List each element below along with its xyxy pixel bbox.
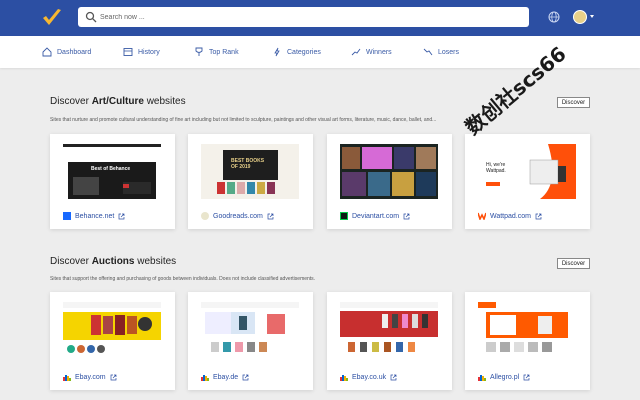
- site-thumbnail: [340, 302, 438, 357]
- section-description: Sites that nurture and promote cultural …: [50, 117, 437, 123]
- allegro-favicon-icon: [478, 375, 486, 381]
- nav-losers[interactable]: Losers: [423, 36, 459, 68]
- nav-top-rank[interactable]: Top Rank: [194, 36, 239, 68]
- nav-history[interactable]: History: [123, 36, 160, 68]
- external-link-icon[interactable]: [242, 374, 249, 381]
- section-title-art-culture: Discover Art/Culture websites: [50, 96, 186, 107]
- section-title-auctions: Discover Auctions websites: [50, 256, 176, 267]
- section-title-suffix: websites: [134, 256, 177, 267]
- wattpad-favicon-icon: [478, 212, 486, 220]
- site-thumbnail: Best of Behance: [63, 144, 161, 199]
- site-link[interactable]: Ebay.de: [201, 373, 249, 381]
- site-thumbnail: Hi, we're Wattpad.: [478, 144, 576, 199]
- ebay-favicon-icon: [63, 375, 71, 381]
- site-name: Ebay.de: [213, 373, 239, 381]
- trend-down-icon: [423, 48, 433, 56]
- site-name: Deviantart.com: [352, 212, 400, 220]
- history-icon: [123, 48, 133, 56]
- site-thumbnail: [340, 144, 438, 199]
- external-link-icon[interactable]: [110, 374, 117, 381]
- site-name: Behance.net: [75, 212, 115, 220]
- checkmark-logo-icon[interactable]: [42, 8, 62, 28]
- site-link[interactable]: Allegro.pl: [478, 373, 530, 381]
- site-card-deviantart[interactable]: Deviantart.com: [327, 134, 452, 229]
- site-card-ebay-com[interactable]: Ebay.com: [50, 292, 175, 390]
- site-thumbnail: [201, 302, 299, 357]
- site-name: Wattpad.com: [490, 212, 531, 220]
- trophy-icon: [195, 47, 203, 56]
- external-link-icon[interactable]: [403, 213, 410, 220]
- site-link[interactable]: Behance.net: [63, 212, 125, 220]
- section-title-prefix: Discover: [50, 96, 92, 107]
- site-name: Allegro.pl: [490, 373, 520, 381]
- thumbnail-caption: BEST BOOKS OF 2019: [231, 158, 265, 170]
- nav-label: Losers: [438, 48, 460, 56]
- site-link[interactable]: Deviantart.com: [340, 212, 410, 220]
- external-link-icon[interactable]: [523, 374, 530, 381]
- section-title-suffix: websites: [143, 96, 186, 107]
- section-title-category: Auctions: [91, 256, 135, 267]
- site-link[interactable]: Ebay.com: [63, 373, 117, 381]
- site-link[interactable]: Ebay.co.uk: [340, 373, 397, 381]
- section-description: Sites that support the offering and purc…: [50, 276, 316, 282]
- site-name: Goodreads.com: [213, 212, 263, 220]
- site-link[interactable]: Goodreads.com: [201, 212, 274, 220]
- deviantart-favicon-icon: [340, 212, 348, 220]
- external-link-icon[interactable]: [535, 213, 542, 220]
- external-link-icon[interactable]: [390, 374, 397, 381]
- search-input[interactable]: [100, 10, 520, 24]
- search-bar[interactable]: [78, 7, 529, 27]
- search-icon: [85, 11, 97, 23]
- site-card-ebay-co-uk[interactable]: Ebay.co.uk: [327, 292, 452, 390]
- section-title-category: Art/Culture: [91, 96, 144, 107]
- nav-label: Categories: [287, 48, 321, 56]
- discover-button-auctions[interactable]: Discover: [557, 258, 590, 269]
- nav-label: Top Rank: [209, 48, 239, 56]
- chevron-down-icon[interactable]: [590, 15, 594, 18]
- ebay-favicon-icon: [201, 375, 209, 381]
- section-title-prefix: Discover: [50, 256, 92, 267]
- site-card-wattpad[interactable]: Hi, we're Wattpad. Wattpad.com: [465, 134, 590, 229]
- trend-up-icon: [351, 48, 361, 56]
- site-card-ebay-de[interactable]: Ebay.de: [188, 292, 313, 390]
- ebay-favicon-icon: [340, 375, 348, 381]
- site-card-goodreads[interactable]: BEST BOOKS OF 2019 Goodreads.com: [188, 134, 313, 229]
- categories-icon: [274, 47, 280, 57]
- site-card-allegro[interactable]: Allegro.pl: [465, 292, 590, 390]
- thumbnail-caption: Hi, we're Wattpad.: [486, 162, 506, 174]
- user-avatar[interactable]: [573, 10, 587, 24]
- nav-winners[interactable]: Winners: [351, 36, 392, 68]
- behance-favicon-icon: [63, 212, 71, 220]
- language-globe-icon[interactable]: [548, 11, 560, 23]
- nav-dashboard[interactable]: Dashboard: [42, 36, 91, 68]
- site-card-behance[interactable]: Best of Behance Behance.net: [50, 134, 175, 229]
- site-name: Ebay.com: [75, 373, 106, 381]
- thumbnail-caption: Best of Behance: [91, 166, 131, 172]
- site-thumbnail: BEST BOOKS OF 2019: [201, 144, 299, 199]
- site-link[interactable]: Wattpad.com: [478, 212, 542, 220]
- nav-label: History: [138, 48, 160, 56]
- nav-label: Dashboard: [57, 48, 92, 56]
- site-thumbnail: [63, 302, 161, 357]
- nav-label: Winners: [366, 48, 392, 56]
- site-thumbnail: [478, 302, 576, 357]
- discover-button-art-culture[interactable]: Discover: [557, 97, 590, 108]
- site-name: Ebay.co.uk: [352, 373, 387, 381]
- external-link-icon[interactable]: [267, 213, 274, 220]
- top-bar: [0, 0, 640, 36]
- nav-categories[interactable]: Categories: [272, 36, 321, 68]
- goodreads-favicon-icon: [201, 212, 209, 220]
- home-icon: [42, 47, 52, 57]
- external-link-icon[interactable]: [118, 213, 125, 220]
